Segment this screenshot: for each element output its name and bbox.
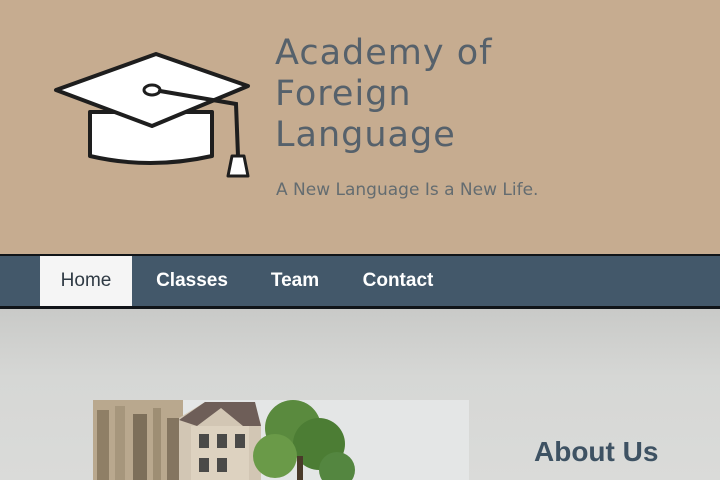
nav-item-classes[interactable]: Classes: [150, 256, 234, 306]
campus-photo: [93, 400, 469, 480]
site-header: Academy of Foreign Language A New Langua…: [0, 0, 720, 254]
brand-title-line-3[interactable]: Language: [275, 118, 456, 153]
nav-item-team[interactable]: Team: [266, 256, 324, 306]
brand-title-line-2[interactable]: Foreign: [275, 77, 412, 112]
nav-item-home[interactable]: Home: [40, 256, 132, 306]
site-tagline: A New Language Is a New Life.: [276, 180, 539, 200]
page: Academy of Foreign Language A New Langua…: [0, 0, 720, 480]
nav-item-contact[interactable]: Contact: [360, 256, 436, 306]
main-navigation: Home Classes Team Contact: [0, 254, 720, 309]
graduation-cap-icon[interactable]: [50, 48, 255, 182]
brand-title-line-1[interactable]: Academy of: [275, 36, 492, 71]
about-us-heading: About Us: [534, 436, 659, 467]
